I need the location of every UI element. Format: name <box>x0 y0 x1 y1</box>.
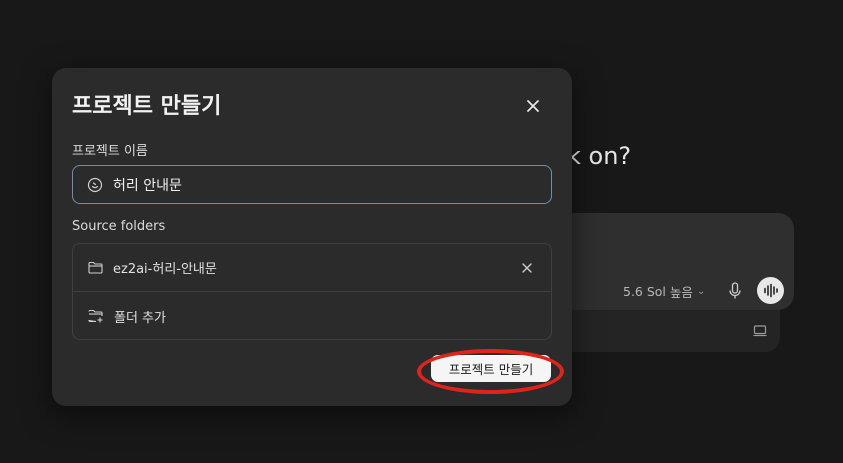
remove-folder-icon[interactable] <box>522 263 532 273</box>
create-project-button[interactable]: 프로젝트 만들기 <box>431 355 551 382</box>
chevron-down-icon: ⌄ <box>696 286 706 297</box>
create-project-dialog: 프로젝트 만들기 프로젝트 이름 Source folders ez2ai-허리… <box>52 68 572 406</box>
project-name-field[interactable] <box>72 165 552 204</box>
effort-label: 높음 <box>669 285 693 300</box>
emoji-icon[interactable] <box>87 177 103 193</box>
close-icon[interactable] <box>526 99 540 113</box>
model-label: 5.6 Sol <box>623 284 666 299</box>
app-screen: k on? 5.6 Sol 높음 ⌄ 프로젝트 만들기 프로젝트 이름 허리 안… <box>0 0 843 463</box>
add-folder-button[interactable]: 폴더 추가 <box>73 292 551 340</box>
folder-item[interactable]: ez2ai-허리-안내문 <box>73 244 551 292</box>
folder-name: ez2ai-허리-안내문 <box>113 262 217 277</box>
voice-icon <box>764 283 778 298</box>
source-folders-label: Source folders <box>72 219 166 234</box>
dialog-title: 프로젝트 만들기 <box>72 94 222 119</box>
folder-add-icon <box>88 309 103 323</box>
composer-footer <box>540 310 780 352</box>
model-selector[interactable]: 5.6 Sol 높음 ⌄ <box>623 282 705 301</box>
mic-icon[interactable] <box>728 282 742 300</box>
voice-button[interactable] <box>757 277 784 304</box>
screen-icon[interactable] <box>753 325 767 337</box>
project-name-input[interactable] <box>113 176 513 193</box>
project-name-label: 프로젝트 이름 <box>72 144 148 159</box>
add-folder-label: 폴더 추가 <box>114 310 166 326</box>
source-folders-list: ez2ai-허리-안내문 폴더 추가 <box>72 243 552 340</box>
folder-icon <box>88 261 103 274</box>
background-heading: k on? <box>567 142 632 170</box>
